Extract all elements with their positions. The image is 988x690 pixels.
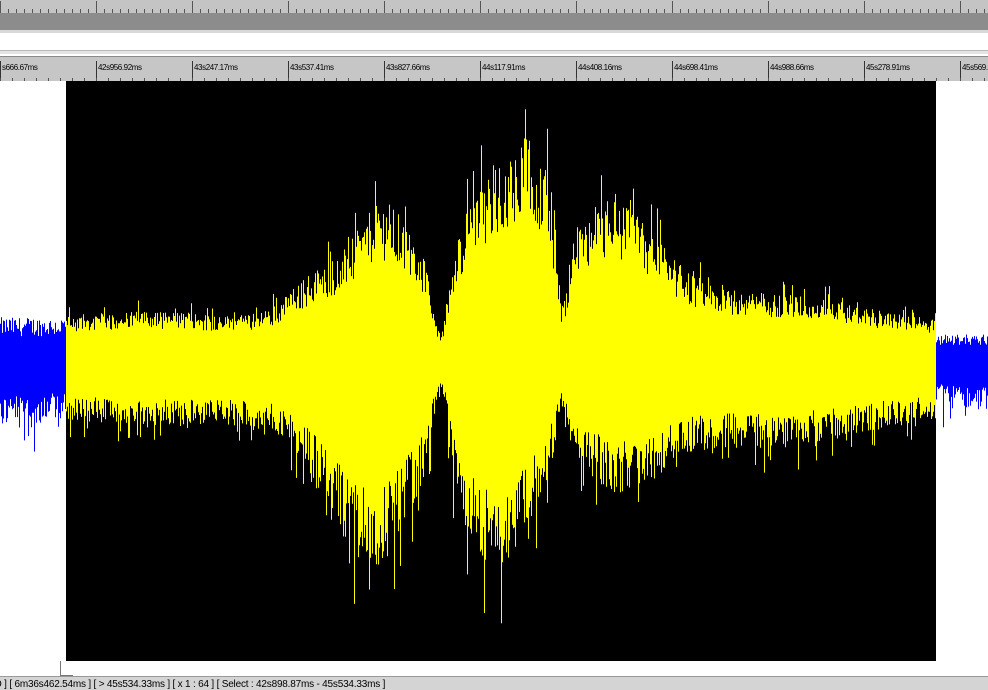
timeline-label: 43s537.41ms [290,63,334,72]
ruler-tick [192,1,193,13]
ruler-tick [0,1,1,13]
waveform-view[interactable] [0,81,988,661]
timeline-label: s666.67ms [2,63,38,72]
ruler-tick [384,1,385,13]
timeline-label: 44s698.41ms [674,63,718,72]
ruler-tick [672,1,673,13]
scroll-marker[interactable] [60,661,73,676]
overview-bar[interactable] [0,13,988,30]
timeline-label: 45s278.91ms [866,63,910,72]
timeline-label: 44s988.66ms [770,63,814,72]
ruler-tick [864,1,865,13]
status-bar: O ] [ 6m36s462.54ms ] [ > 45s534.33ms ] … [0,676,988,690]
timeline-label: 44s117.91ms [482,63,526,72]
ruler-tick [768,1,769,13]
timeline-label: 42s956.92ms [98,63,142,72]
time-ruler[interactable]: s666.67ms 42s956.92ms 43s247.17ms 43s537.41… [0,56,988,82]
ruler-tick [480,1,481,13]
divider [0,50,988,54]
ruler-tick [960,1,961,13]
waveform-canvas[interactable] [0,81,988,661]
timeline-label: 44s408.16ms [578,63,622,72]
overview-ruler[interactable] [0,0,988,14]
ruler-tick [288,1,289,13]
status-text: O ] [ 6m36s462.54ms ] [ > 45s534.33ms ] … [0,679,386,690]
ruler-tick [576,1,577,13]
timeline-label: 45s569.16 [962,63,988,72]
timeline-label: 43s827.66ms [386,63,430,72]
spacer-band [0,33,988,50]
timeline-label: 43s247.17ms [194,63,238,72]
ruler-tick [96,1,97,13]
horizontal-scroll-area[interactable] [0,661,988,676]
